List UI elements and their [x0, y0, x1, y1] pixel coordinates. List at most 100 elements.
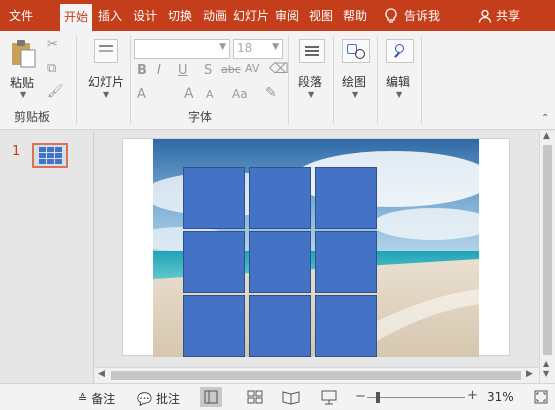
- editing-dropdown-icon[interactable]: ▼: [396, 90, 402, 99]
- font-name-combo[interactable]: ▼: [134, 39, 230, 59]
- strikethrough-button[interactable]: S: [204, 63, 212, 78]
- tile-shape[interactable]: [249, 231, 311, 293]
- divider: [130, 36, 131, 124]
- presentation-icon: [321, 390, 337, 405]
- paste-label: 粘贴: [10, 76, 35, 90]
- tab-file[interactable]: 文件: [0, 5, 42, 27]
- notes-button[interactable]: ≙ 备注: [78, 390, 115, 407]
- slide-editing-area: [95, 131, 539, 367]
- thumbnail-preview: [34, 145, 66, 166]
- collapse-ribbon-icon[interactable]: ⌃: [541, 113, 549, 124]
- tab-transitions[interactable]: 切换: [164, 5, 196, 27]
- paragraph-button[interactable]: 段落 ▼: [294, 37, 330, 99]
- copy-icon[interactable]: ⧉: [47, 61, 56, 76]
- divider: [421, 36, 422, 124]
- cut-icon[interactable]: ✂: [47, 37, 58, 52]
- tab-slideshow[interactable]: 幻灯片: [233, 5, 269, 27]
- scroll-right-icon[interactable]: ▶: [526, 369, 533, 379]
- tab-home[interactable]: 开始: [60, 4, 92, 31]
- text-shadow-button[interactable]: abc: [221, 63, 241, 76]
- share-label: 共享: [496, 9, 521, 23]
- paste-button[interactable]: 粘贴 ▼: [8, 37, 38, 99]
- fit-to-window-icon[interactable]: [533, 389, 549, 405]
- ribbon-tab-bar: 文件 开始 插入 设计 切换 动画 幻灯片 审阅 视图 帮助 告诉我 共享: [0, 0, 555, 31]
- character-spacing-button[interactable]: AV: [245, 62, 259, 75]
- normal-view-icon: [204, 390, 218, 404]
- tile-shape[interactable]: [183, 295, 245, 357]
- clipboard-paste-icon: [12, 40, 36, 68]
- comments-label: 批注: [155, 392, 180, 406]
- change-case-button[interactable]: Aa: [232, 87, 248, 101]
- comments-button[interactable]: 💬 批注: [137, 390, 180, 407]
- scrollbar-thumb[interactable]: [543, 145, 552, 355]
- tab-animations[interactable]: 动画: [199, 5, 231, 27]
- italic-button[interactable]: I: [157, 63, 161, 78]
- zoom-slider-thumb[interactable]: [376, 392, 380, 403]
- search-icon: [386, 39, 414, 63]
- slideshow-view-button[interactable]: [318, 387, 340, 407]
- zoom-level[interactable]: 31%: [487, 390, 514, 404]
- format-painter-icon[interactable]: 🖌: [47, 84, 64, 99]
- grid-view-icon: [247, 390, 263, 404]
- tile-shape[interactable]: [183, 231, 245, 293]
- scroll-up-icon[interactable]: ▲: [543, 131, 550, 141]
- scroll-left-icon[interactable]: ◀: [98, 369, 105, 379]
- underline-button[interactable]: U: [178, 63, 188, 78]
- paragraph-icon: [299, 39, 325, 63]
- clipboard-group-label: 剪贴板: [14, 110, 51, 124]
- share-button[interactable]: 共享: [478, 5, 520, 27]
- divider: [333, 36, 334, 124]
- tell-me-button[interactable]: 告诉我: [384, 5, 440, 27]
- new-slide-button[interactable]: 幻灯片 ▼: [84, 37, 128, 99]
- zoom-out-button[interactable]: −: [355, 389, 366, 404]
- tab-help[interactable]: 帮助: [339, 5, 371, 27]
- divider: [288, 36, 289, 124]
- drawing-dropdown-icon[interactable]: ▼: [352, 90, 358, 99]
- tab-view[interactable]: 视图: [305, 5, 337, 27]
- slide-label: 幻灯片: [88, 75, 125, 89]
- horizontal-scrollbar[interactable]: ◀ ▶: [95, 367, 539, 383]
- tab-review[interactable]: 审阅: [271, 5, 303, 27]
- ribbon-home: 粘贴 ▼ ✂ ⧉ 🖌 剪贴板 幻灯片 ▼ ▼ 18 ▼ B I U S abc …: [0, 31, 555, 130]
- divider: [377, 36, 378, 124]
- zoom-slider[interactable]: [367, 397, 465, 398]
- vertical-scrollbar[interactable]: ▲ ▲ ▼: [539, 131, 555, 383]
- drawing-button[interactable]: 绘图 ▼: [338, 37, 374, 99]
- scrollbar-thumb[interactable]: [111, 371, 521, 380]
- shrink-font-button[interactable]: A: [206, 88, 214, 101]
- reading-view-button[interactable]: [280, 387, 302, 407]
- previous-slide-icon[interactable]: ▲: [543, 359, 549, 368]
- tile-shape[interactable]: [315, 231, 377, 293]
- tile-shape[interactable]: [315, 295, 377, 357]
- tile-shape[interactable]: [249, 167, 311, 229]
- paragraph-label: 段落: [298, 75, 323, 89]
- reading-view-icon: [282, 391, 300, 405]
- next-slide-icon[interactable]: ▼: [543, 369, 549, 378]
- tile-shape[interactable]: [183, 167, 245, 229]
- zoom-in-button[interactable]: +: [467, 388, 478, 403]
- grow-font-button[interactable]: A: [184, 86, 194, 102]
- tile-shape[interactable]: [249, 295, 311, 357]
- slide-thumbnail[interactable]: [32, 143, 68, 168]
- editing-button[interactable]: 编辑 ▼: [382, 37, 418, 99]
- lightbulb-icon: [385, 8, 397, 23]
- bold-button[interactable]: B: [137, 63, 147, 78]
- tab-design[interactable]: 设计: [129, 5, 161, 27]
- paragraph-dropdown-icon[interactable]: ▼: [308, 90, 314, 99]
- highlight-icon[interactable]: ✎: [265, 85, 277, 101]
- font-size-combo[interactable]: 18 ▼: [233, 39, 283, 59]
- slide-canvas[interactable]: [122, 138, 510, 357]
- drawing-label: 绘图: [342, 75, 367, 89]
- tab-insert[interactable]: 插入: [94, 5, 126, 27]
- slide-number: 1: [12, 144, 21, 159]
- slide-sorter-view-button[interactable]: [244, 387, 266, 407]
- slide-dropdown-icon[interactable]: ▼: [103, 90, 109, 99]
- slide-thumbnail-pane: 1: [0, 131, 94, 383]
- normal-view-button[interactable]: [200, 387, 222, 407]
- font-group-label: 字体: [188, 110, 213, 124]
- tile-shape[interactable]: [315, 167, 377, 229]
- font-color-button[interactable]: A: [137, 87, 146, 102]
- paste-dropdown-icon[interactable]: ▼: [20, 90, 26, 99]
- font-size-value: 18: [237, 41, 253, 55]
- clear-format-icon[interactable]: ⌫: [269, 61, 289, 77]
